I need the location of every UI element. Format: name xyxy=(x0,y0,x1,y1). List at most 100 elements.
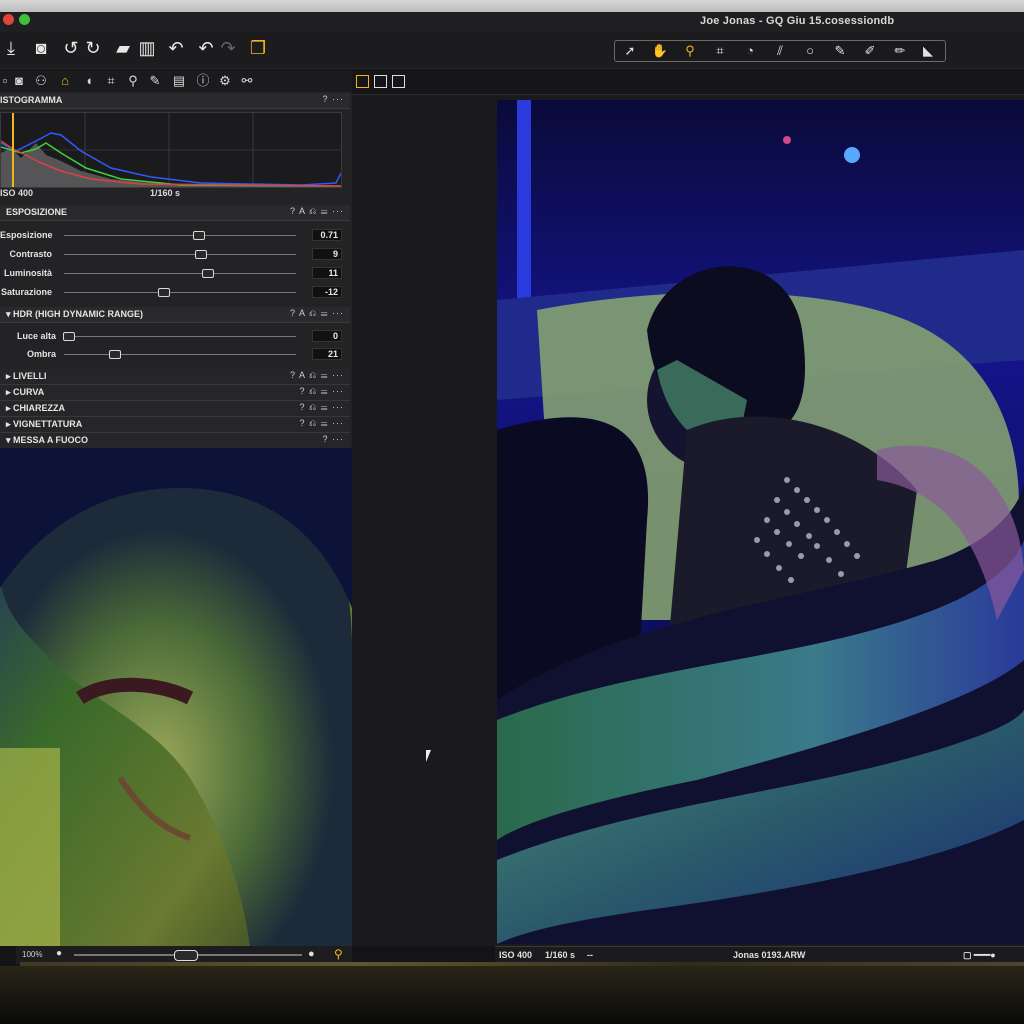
section-curva-text: CURVA xyxy=(13,387,45,397)
keystone-icon[interactable]: ⫽ xyxy=(767,41,793,61)
histogram xyxy=(0,112,342,188)
select-icon[interactable]: ➚ xyxy=(617,41,643,61)
exposure-slider-knob-2[interactable] xyxy=(201,269,214,278)
exposure-icon[interactable]: ⌂ xyxy=(56,72,74,90)
exposure-header[interactable]: ESPOSIZIONE ? A ⎌ ☰ ··· xyxy=(0,205,350,221)
section-livelli[interactable]: ▸ LIVELLI ? A ⎌ ☰ ··· xyxy=(0,369,350,385)
zoom-slider[interactable] xyxy=(74,950,302,961)
lens-icon[interactable]: ◖ xyxy=(80,72,98,90)
local-icon[interactable]: ✎ xyxy=(146,72,164,90)
exposure-slider-3[interactable] xyxy=(64,292,296,293)
eraser-icon[interactable]: ✏ xyxy=(887,41,913,61)
multi-view-icon[interactable] xyxy=(356,75,369,88)
histogram-iso: ISO 400 xyxy=(0,188,34,198)
hdr-tools-icon[interactable]: ? A ⎌ ☰ ··· xyxy=(290,308,344,319)
section-curva-label: ▸ CURVA xyxy=(6,387,45,397)
hdr-slider-1[interactable] xyxy=(64,354,296,355)
hdr-title: ▾ HDR (HIGH DYNAMIC RANGE) xyxy=(6,309,144,319)
folder-icon[interactable]: ▰ xyxy=(112,37,134,59)
status-shutter: 1/160 s xyxy=(545,950,576,960)
mouse-pointer xyxy=(426,750,431,762)
metadata-icon[interactable]: ▤ xyxy=(170,72,188,90)
batch-icon[interactable]: ⚯ xyxy=(238,72,256,90)
focus-icon[interactable]: ⚲ xyxy=(124,72,142,90)
camera-icon[interactable]: ◙ xyxy=(30,37,52,59)
focus-preview-image[interactable] xyxy=(0,448,352,946)
exposure-label-3: Saturazione xyxy=(0,287,52,297)
section-chiarezza-tools[interactable]: ? ⎌ ☰ ··· xyxy=(300,402,344,413)
trash-icon[interactable]: ▥ xyxy=(136,37,158,59)
crop-tab-icon[interactable]: ⌗ xyxy=(102,72,120,90)
hdr-slider-knob-1[interactable] xyxy=(109,350,122,359)
viewer-mode-bar xyxy=(352,70,1024,95)
cursor-tools: ➚ ✋ ⚲ ⌗ ◔ ⫽ ○ ✎ ✐ ✏ ◣ xyxy=(614,40,946,62)
section-livelli-tools[interactable]: ? A ⎌ ☰ ··· xyxy=(290,370,344,381)
close-window-button[interactable] xyxy=(3,14,14,25)
section-curva-tools[interactable]: ? ⎌ ☰ ··· xyxy=(300,386,344,397)
settings-icon[interactable]: ⚙ xyxy=(216,72,234,90)
rotate-icon[interactable]: ◔ xyxy=(737,41,763,61)
exposure-value-1[interactable]: 9 xyxy=(312,248,342,260)
exposure-slider-0[interactable] xyxy=(64,235,296,236)
undo-all-icon[interactable]: ↶ xyxy=(165,37,187,59)
rotate-left-icon[interactable]: ↺ xyxy=(60,37,82,59)
hdr-slider-knob-0[interactable] xyxy=(62,332,75,341)
hdr-value-1[interactable]: 21 xyxy=(312,348,342,360)
primary-view-icon[interactable] xyxy=(392,75,405,88)
crop-icon[interactable]: ⌗ xyxy=(707,41,733,61)
focus-loupe-icon[interactable]: ⚲ xyxy=(334,947,343,961)
minimize-window-button[interactable] xyxy=(19,14,30,25)
exposure-slider-knob-0[interactable] xyxy=(192,231,205,240)
capture-icon[interactable]: ◙ xyxy=(10,72,28,90)
exposure-value-2[interactable]: 11 xyxy=(312,267,342,279)
viewer-size-slider[interactable]: ▢ ━━━● xyxy=(963,950,996,961)
color-icon[interactable]: ⚇ xyxy=(32,72,50,90)
status-iso: ISO 400 xyxy=(499,950,533,960)
brush-icon[interactable]: ✐ xyxy=(857,41,883,61)
picker-icon[interactable]: ✎ xyxy=(827,41,853,61)
zoom-slider-knob[interactable] xyxy=(174,950,198,961)
gradient-icon[interactable]: ◣ xyxy=(915,41,941,61)
section-messa-a-fuoco-tools[interactable]: ? ··· xyxy=(323,434,345,444)
exposure-slider-1[interactable] xyxy=(64,254,296,255)
exposure-value-3[interactable]: -12 xyxy=(312,286,342,298)
exposure-slider-knob-3[interactable] xyxy=(157,288,170,297)
section-chiarezza-text: CHIAREZZA xyxy=(13,403,66,413)
status-filename: Jonas 0193.ARW xyxy=(733,950,806,960)
hdr-label-0: Luce alta xyxy=(16,331,56,341)
hdr-label-1: Ombra xyxy=(26,349,56,359)
zoom-in-person-icon[interactable]: ● xyxy=(308,948,315,960)
histogram-plot xyxy=(0,113,342,187)
section-livelli-text: LIVELLI xyxy=(13,371,47,381)
status-separator: -- xyxy=(587,950,593,960)
panel-help-icon[interactable]: ? ··· xyxy=(323,94,345,104)
section-vignettatura-label: ▸ VIGNETTATURA xyxy=(6,419,83,429)
exposure-slider-2[interactable] xyxy=(64,273,296,274)
hdr-value-0[interactable]: 0 xyxy=(312,330,342,342)
section-chiarezza[interactable]: ▸ CHIAREZZA ? ⎌ ☰ ··· xyxy=(0,401,350,417)
section-curva[interactable]: ▸ CURVA ? ⎌ ☰ ··· xyxy=(0,385,350,401)
import-icon[interactable]: ⤓ xyxy=(0,37,22,59)
section-vignettatura[interactable]: ▸ VIGNETTATURA ? ⎌ ☰ ··· xyxy=(0,417,350,433)
exposure-tools-icon[interactable]: ? A ⎌ ☰ ··· xyxy=(290,206,344,217)
redo-icon[interactable]: ↷ xyxy=(217,37,239,59)
single-view-icon[interactable] xyxy=(374,75,387,88)
variants-icon[interactable]: ❐ xyxy=(247,37,269,59)
exposure-value-0[interactable]: 0.71 xyxy=(312,229,342,241)
histogram-header[interactable]: ISTOGRAMMA ? ··· xyxy=(0,93,350,109)
hdr-slider-0[interactable] xyxy=(64,336,296,337)
spot-icon[interactable]: ○ xyxy=(797,41,823,61)
zoom-out-person-icon[interactable]: ● xyxy=(56,948,62,959)
section-messa-a-fuoco[interactable]: ▾ MESSA A FUOCO ? ··· xyxy=(0,433,350,449)
pan-icon[interactable]: ✋ xyxy=(647,41,673,61)
undo-icon[interactable]: ↶ xyxy=(195,37,217,59)
section-chiarezza-label: ▸ CHIAREZZA xyxy=(6,403,66,413)
hdr-header[interactable]: ▾ HDR (HIGH DYNAMIC RANGE) ? A ⎌ ☰ ··· xyxy=(0,307,350,323)
info-icon[interactable]: ⓘ xyxy=(194,72,212,90)
zoom-icon[interactable]: ⚲ xyxy=(677,41,703,61)
exposure-slider-knob-1[interactable] xyxy=(194,250,207,259)
screen: Joe Jonas - GQ Giu 15.cosessiondb ⤓ ◙ ↺ … xyxy=(0,0,1024,1024)
rotate-right-icon[interactable]: ↻ xyxy=(82,37,104,59)
section-vignettatura-tools[interactable]: ? ⎌ ☰ ··· xyxy=(300,418,344,429)
main-image[interactable] xyxy=(497,100,1024,944)
